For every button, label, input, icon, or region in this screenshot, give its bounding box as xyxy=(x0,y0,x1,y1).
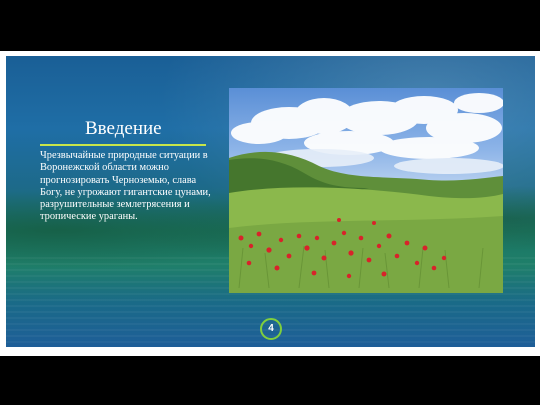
page-number-badge: 4 xyxy=(260,318,282,340)
slide-title: Введение xyxy=(85,118,162,139)
slide-body-text: Чрезвычайные природные ситуации в Вороне… xyxy=(40,150,211,223)
meadow-illustration xyxy=(229,93,503,293)
title-underline xyxy=(40,144,206,146)
clouds xyxy=(231,93,503,159)
steppe-photo xyxy=(229,88,503,293)
